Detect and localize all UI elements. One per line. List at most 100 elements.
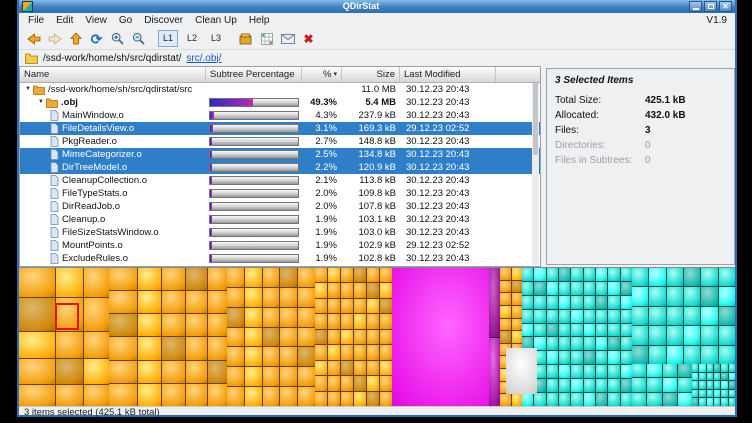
treemap-cell[interactable] [500, 281, 511, 293]
column-header-subtree-percentage[interactable]: Subtree Percentage [206, 67, 302, 82]
treemap-cell[interactable] [380, 314, 392, 328]
treemap-cell[interactable] [571, 365, 582, 378]
treemap-cell[interactable] [84, 268, 109, 297]
treemap-cell[interactable] [500, 331, 511, 343]
treemap-cell[interactable] [571, 268, 582, 281]
treemap-cell[interactable] [380, 330, 392, 344]
treemap-cell[interactable] [280, 387, 297, 406]
treemap-cell[interactable] [380, 345, 392, 359]
treemap-cell[interactable] [19, 268, 55, 297]
treemap-cell[interactable] [245, 268, 262, 287]
treemap-cell[interactable] [245, 347, 262, 366]
treemap-cell[interactable] [632, 393, 646, 406]
treemap-cell[interactable] [298, 387, 315, 406]
treemap-cell[interactable] [621, 337, 632, 350]
treemap-cell[interactable] [596, 379, 607, 392]
treemap-cell[interactable] [584, 351, 595, 364]
treemap-cell[interactable] [315, 283, 327, 297]
treemap-cell[interactable] [647, 378, 661, 391]
treemap-region-orange[interactable] [227, 268, 315, 406]
treemap-cell[interactable] [692, 381, 698, 389]
treemap-cell[interactable] [692, 390, 698, 398]
treemap-cell[interactable] [328, 283, 340, 297]
treemap-cell[interactable] [522, 310, 533, 323]
treemap-cell[interactable] [341, 345, 353, 359]
treemap-cell[interactable] [534, 393, 545, 406]
treemap-cell[interactable] [621, 268, 632, 281]
treemap-cell[interactable] [559, 379, 570, 392]
treemap-cell[interactable] [208, 384, 227, 406]
treemap-cell[interactable] [522, 324, 533, 337]
treemap-cell[interactable] [315, 299, 327, 313]
treemap-cell[interactable] [341, 376, 353, 390]
treemap-cell[interactable] [608, 310, 619, 323]
treemap-cell[interactable] [559, 296, 570, 309]
treemap-cell[interactable] [500, 268, 511, 280]
treemap-cell[interactable] [328, 392, 340, 406]
treemap-cell[interactable] [632, 378, 646, 391]
treemap-cell[interactable] [632, 268, 648, 286]
treemap-cell[interactable] [649, 346, 665, 364]
treemap-cell[interactable] [649, 268, 665, 286]
treemap-cell[interactable] [608, 324, 619, 337]
treemap-cell[interactable] [707, 364, 713, 372]
level-3-button[interactable]: L3 [206, 30, 226, 47]
table-row[interactable]: CleanupCollection.o2.1%113.8 kB30.12.23 … [20, 174, 540, 187]
treemap-cell[interactable] [263, 268, 280, 287]
treemap-cell[interactable] [162, 268, 185, 290]
table-row[interactable]: DirTreeModel.o2.2%120.9 kB30.12.23 20:43 [20, 161, 540, 174]
treemap-cell[interactable] [138, 314, 161, 336]
menu-file[interactable]: File [22, 13, 50, 28]
table-row[interactable]: Cleanup.o1.9%103.1 kB30.12.23 20:43 [20, 213, 540, 226]
menu-clean-up[interactable]: Clean Up [189, 13, 243, 28]
treemap-cell[interactable] [208, 268, 227, 290]
treemap-cell[interactable] [719, 346, 735, 364]
treemap-cell[interactable] [245, 328, 262, 347]
treemap-cell[interactable] [571, 310, 582, 323]
treemap-cell[interactable] [162, 361, 185, 383]
treemap-cell[interactable] [245, 387, 262, 406]
treemap-cell[interactable] [328, 299, 340, 313]
treemap-cell[interactable] [571, 337, 582, 350]
treemap-cell[interactable] [534, 268, 545, 281]
treemap-cell[interactable] [298, 268, 315, 287]
treemap-cell[interactable] [367, 361, 379, 375]
menu-go[interactable]: Go [113, 13, 138, 28]
treemap-cell[interactable] [138, 361, 161, 383]
treemap-cell[interactable] [699, 373, 705, 381]
treemap-cell[interactable] [584, 337, 595, 350]
treemap-cell[interactable] [719, 307, 735, 325]
treemap-cell[interactable] [328, 361, 340, 375]
treemap-cell[interactable] [584, 393, 595, 406]
treemap-cell[interactable] [584, 365, 595, 378]
treemap-cell[interactable] [512, 293, 523, 305]
breadcrumb-link[interactable]: .obj/ [202, 53, 221, 64]
treemap-cell[interactable] [608, 365, 619, 378]
treemap-cell[interactable] [729, 373, 735, 381]
table-row[interactable]: FileTypeStats.o2.0%109.8 kB30.12.23 20:4… [20, 187, 540, 200]
treemap-cell[interactable] [596, 296, 607, 309]
treemap-cell[interactable] [632, 307, 648, 325]
treemap-cell[interactable] [719, 268, 735, 286]
treemap-cell[interactable] [354, 330, 366, 344]
treemap-cell[interactable] [584, 268, 595, 281]
package-button[interactable] [237, 30, 254, 48]
minimize-button[interactable] [689, 1, 702, 12]
treemap-cell[interactable] [298, 328, 315, 347]
treemap-cell[interactable] [367, 283, 379, 297]
treemap-cell[interactable] [328, 268, 340, 282]
treemap-cell[interactable] [692, 364, 698, 372]
treemap-cell[interactable] [571, 393, 582, 406]
treemap-cell[interactable] [608, 282, 619, 295]
table-row[interactable]: MimeCategorizer.o2.5%134.8 kB30.12.23 20… [20, 148, 540, 161]
treemap-cell[interactable] [138, 384, 161, 406]
expander-icon[interactable]: ▼ [23, 83, 33, 96]
treemap-cell[interactable] [621, 296, 632, 309]
treemap-cell[interactable] [719, 326, 735, 344]
table-row[interactable]: FileDetailsView.o3.1%169.3 kB29.12.23 02… [20, 122, 540, 135]
treemap-cell[interactable] [547, 324, 558, 337]
treemap-cell[interactable] [663, 364, 677, 377]
treemap-cell[interactable] [263, 308, 280, 327]
treemap-cell[interactable] [186, 268, 207, 290]
treemap-cell[interactable] [512, 268, 523, 280]
